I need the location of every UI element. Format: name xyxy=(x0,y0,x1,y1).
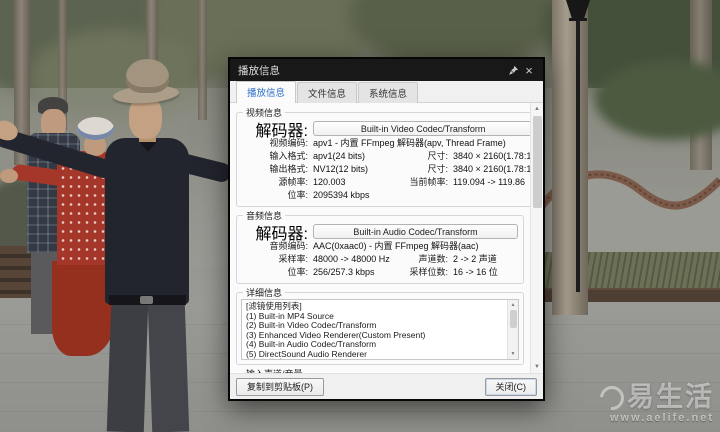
dialog-button-bar: 复制到剪贴板(P) 关闭(C) xyxy=(230,373,543,399)
video-codec-value: apv1 - 内置 FFmpeg 解码器(apv, Thread Frame) xyxy=(313,137,506,150)
video-info-group: 视频信息 解码器: Built-in Video Codec/Transform… xyxy=(236,106,530,207)
dancing-man-leg xyxy=(107,302,148,432)
input-format-value: apv1(24 bits) xyxy=(313,150,365,163)
input-format-label: 输入格式: xyxy=(241,150,313,163)
channels-value: 2 -> 2 声道 xyxy=(453,253,497,266)
current-fps-label: 当前帧率: xyxy=(391,176,453,189)
tab-strip: 播放信息 文件信息 系统信息 xyxy=(230,81,543,103)
close-icon[interactable]: × xyxy=(521,62,537,78)
dancing-man-hat xyxy=(126,59,169,93)
scroll-down-icon[interactable]: ▼ xyxy=(531,361,543,373)
samplerate-label: 采样率: xyxy=(241,253,313,266)
player-window: 易生活 www.aelife.net 播放信息 × 播放信息 文件信息 系统信息… xyxy=(0,0,720,432)
audio-decoder-button[interactable]: Built-in Audio Codec/Transform xyxy=(313,224,518,239)
tab-file-info[interactable]: 文件信息 xyxy=(297,82,357,103)
size-label: 尺寸: xyxy=(391,163,453,176)
dialog-title: 播放信息 xyxy=(238,63,505,78)
dancing-man-torso xyxy=(105,138,189,304)
video-decoder-button[interactable]: Built-in Video Codec/Transform xyxy=(313,121,530,136)
output-format-label: 输出格式: xyxy=(241,163,313,176)
dialog-scrollbar[interactable]: ▲ ▼ xyxy=(530,103,543,373)
tree-trunk xyxy=(552,0,588,315)
source-fps-label: 源帧率: xyxy=(241,176,313,189)
source-fps-value: 120.003 xyxy=(313,176,346,189)
audio-codec-value: AAC(0xaac0) - 内置 FFmpeg 解码器(aac) xyxy=(313,240,479,253)
playback-info-dialog: 播放信息 × 播放信息 文件信息 系统信息 视频信息 解码器: Built-in… xyxy=(228,57,545,401)
lamp-post xyxy=(576,14,580,292)
dialog-titlebar[interactable]: 播放信息 × xyxy=(230,59,543,81)
pin-button[interactable] xyxy=(505,62,521,78)
close-button[interactable]: 关闭(C) xyxy=(485,378,538,396)
sample-bits-label: 采样位数: xyxy=(391,266,453,279)
output-format-value: NV12(12 bits) xyxy=(313,163,368,176)
audio-info-group: 音频信息 解码器: Built-in Audio Codec/Transform… xyxy=(236,209,524,284)
watermark-url: www.aelife.net xyxy=(600,413,714,424)
dialog-scrollbar-thumb[interactable] xyxy=(533,116,542,208)
channels-label: 声道数: xyxy=(391,253,453,266)
scroll-down-icon[interactable]: ▼ xyxy=(508,349,518,359)
video-codec-label: 视频编码: xyxy=(241,137,313,150)
watermark-logo-icon xyxy=(595,381,629,415)
size-label: 尺寸: xyxy=(391,150,453,163)
dancing-man-buckle xyxy=(140,296,153,304)
red-woman-hat xyxy=(77,117,114,140)
dancing-man-leg xyxy=(148,302,189,432)
current-fps-value: 119.094 -> 119.86 xyxy=(453,176,525,189)
watermark: 易生活 www.aelife.net xyxy=(600,384,714,424)
samplerate-value: 48000 -> 48000 Hz xyxy=(313,253,390,266)
dialog-content: 视频信息 解码器: Built-in Video Codec/Transform… xyxy=(230,103,543,373)
video-bitrate-value: 2095394 kbps xyxy=(313,189,370,202)
watermark-brand: 易生活 xyxy=(627,384,714,411)
pin-icon xyxy=(508,65,519,76)
audio-bitrate-label: 位率: xyxy=(241,266,313,279)
red-woman-hand xyxy=(0,169,18,183)
video-bitrate-label: 位率: xyxy=(241,189,313,202)
lamp-bar xyxy=(569,18,587,21)
list-scrollbar[interactable]: ▲ ▼ xyxy=(507,300,518,359)
size-value: 3840 × 2160(1.78:1) xyxy=(453,163,530,176)
list-scrollbar-thumb[interactable] xyxy=(510,310,517,328)
filter-list-item: <视频信息> xyxy=(246,359,504,360)
audio-codec-label: 音频编码: xyxy=(241,240,313,253)
tab-system-info[interactable]: 系统信息 xyxy=(358,82,418,103)
copy-to-clipboard-button[interactable]: 复制到剪贴板(P) xyxy=(236,378,324,396)
size-value: 3840 × 2160(1.78:1) xyxy=(453,150,530,163)
audio-bitrate-value: 256/257.3 kbps xyxy=(313,266,375,279)
sample-bits-value: 16 -> 16 位 xyxy=(453,266,498,279)
scroll-up-icon[interactable]: ▲ xyxy=(508,300,518,310)
scroll-up-icon[interactable]: ▲ xyxy=(531,103,543,115)
tab-playback-info[interactable]: 播放信息 xyxy=(236,81,296,103)
tree-trunk xyxy=(198,0,207,120)
filter-list[interactable]: [滤镜使用列表] (1) Built-in MP4 Source (2) Bui… xyxy=(241,299,519,360)
detail-info-group-title: 详细信息 xyxy=(243,286,285,299)
detail-info-group: 详细信息 [滤镜使用列表] (1) Built-in MP4 Source (2… xyxy=(236,286,524,365)
